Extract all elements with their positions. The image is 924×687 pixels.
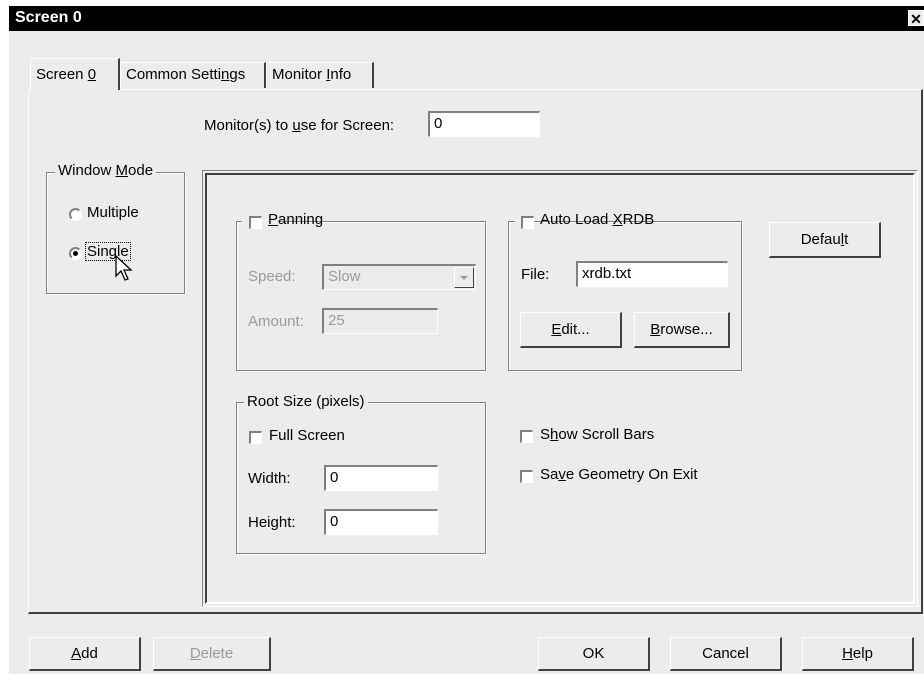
show-scroll-bars-checkbox[interactable] xyxy=(520,430,533,443)
speed-select-value: Slow xyxy=(328,268,361,285)
close-icon[interactable]: ✕ xyxy=(908,10,924,27)
monitor-input[interactable]: 0 xyxy=(428,111,540,137)
speed-label: Speed: xyxy=(248,268,296,285)
xrdb-group xyxy=(508,221,742,371)
tab-monitor-info[interactable]: Monitor Info xyxy=(266,62,374,88)
amount-input[interactable]: 25 xyxy=(322,308,438,334)
amount-label: Amount: xyxy=(248,313,304,330)
show-scroll-bars-label: Show Scroll Bars xyxy=(540,426,655,443)
multiple-label: Multiple xyxy=(87,204,139,221)
panning-label: Panning xyxy=(268,211,324,228)
root-size-title: Root Size (pixels) xyxy=(244,393,368,410)
height-input[interactable]: 0 xyxy=(324,509,438,535)
file-label: File: xyxy=(521,266,550,283)
edit-button[interactable]: Edit... xyxy=(520,312,622,348)
auto-load-xrdb-label: Auto Load XRDB xyxy=(540,211,655,228)
cancel-button[interactable]: Cancel xyxy=(670,637,782,671)
window-title: Screen 0 xyxy=(15,9,82,26)
help-button[interactable]: Help xyxy=(802,637,914,671)
tab-common-settings[interactable]: Common Settings xyxy=(120,62,266,88)
mouse-cursor-icon xyxy=(115,255,133,281)
width-input[interactable]: 0 xyxy=(324,465,438,491)
xrdb-file-input[interactable]: xrdb.txt xyxy=(576,261,728,287)
height-label: Height: xyxy=(248,514,296,531)
title-bar: Screen 0 ✕ xyxy=(9,6,924,31)
browse-button[interactable]: Browse... xyxy=(634,312,730,348)
width-label: Width: xyxy=(248,470,291,487)
add-button[interactable]: Add xyxy=(29,637,141,671)
panning-group xyxy=(236,221,486,371)
full-screen-label: Full Screen xyxy=(269,427,345,444)
save-geometry-label: Save Geometry On Exit xyxy=(540,466,698,483)
monitor-label: Monitor(s) to use for Screen: xyxy=(204,117,395,134)
ok-button[interactable]: OK xyxy=(538,637,650,671)
delete-button[interactable]: Delete xyxy=(153,637,271,671)
window-mode-title: Window Mode xyxy=(55,162,157,179)
chevron-down-icon[interactable] xyxy=(454,267,474,288)
single-radio[interactable] xyxy=(69,247,82,260)
default-button[interactable]: Default xyxy=(769,222,881,258)
panning-checkbox[interactable] xyxy=(249,216,262,229)
tab-screen-0[interactable]: Screen 0 xyxy=(30,58,120,90)
speed-select[interactable]: Slow xyxy=(322,264,476,290)
auto-load-xrdb-checkbox[interactable] xyxy=(521,216,534,229)
save-geometry-checkbox[interactable] xyxy=(520,470,533,483)
full-screen-checkbox[interactable] xyxy=(249,431,262,444)
multiple-radio[interactable] xyxy=(69,208,82,221)
